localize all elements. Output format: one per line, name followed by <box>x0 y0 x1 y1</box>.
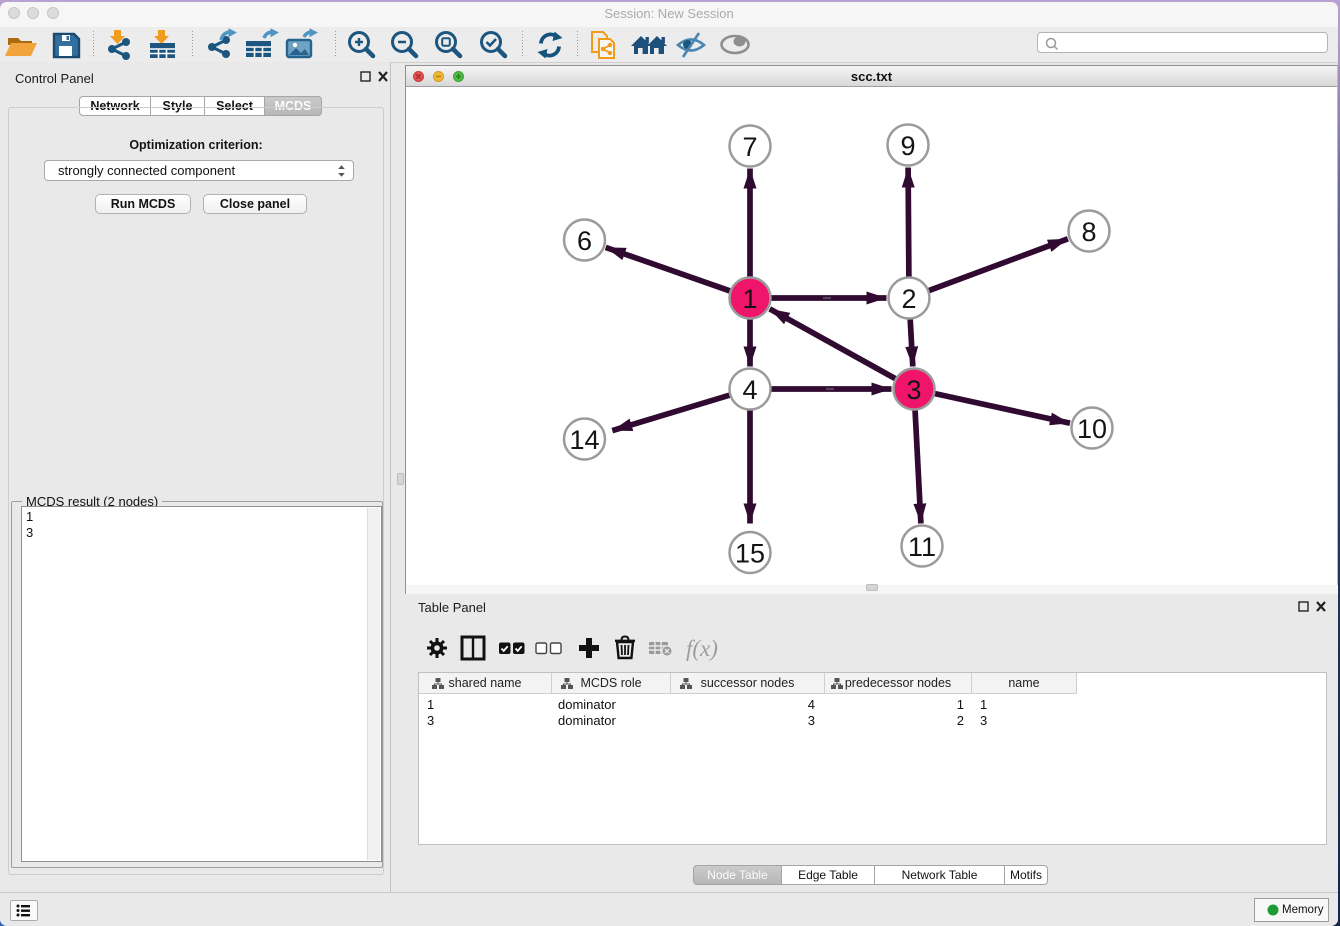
svg-text:11: 11 <box>908 532 936 562</box>
svg-text:9: 9 <box>900 131 915 161</box>
svg-text:1: 1 <box>742 284 757 314</box>
svg-text:10: 10 <box>1077 414 1107 444</box>
svg-text:6: 6 <box>577 226 592 256</box>
svg-text:8: 8 <box>1081 217 1096 247</box>
svg-text:3: 3 <box>906 375 921 405</box>
svg-text:4: 4 <box>742 375 757 405</box>
svg-text:f(x): f(x) <box>686 636 718 661</box>
svg-text:7: 7 <box>742 132 757 162</box>
svg-text:15: 15 <box>735 539 765 569</box>
svg-text:14: 14 <box>569 425 599 455</box>
svg-text:2: 2 <box>901 284 916 314</box>
